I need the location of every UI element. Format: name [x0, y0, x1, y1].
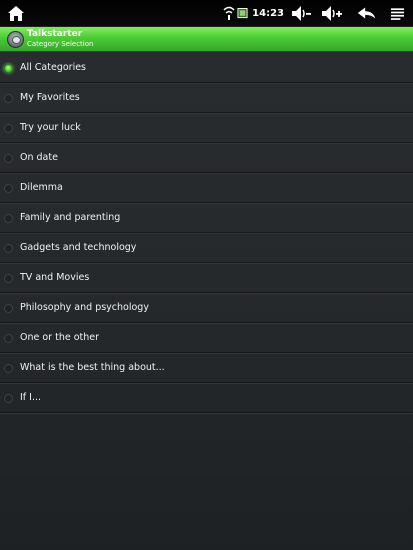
- category-label: One or the other: [20, 332, 100, 343]
- category-item[interactable]: On date: [0, 143, 413, 174]
- category-item[interactable]: Family and parenting: [0, 203, 413, 234]
- radio-unselected-icon[interactable]: [4, 214, 13, 223]
- radio-unselected-icon[interactable]: [4, 274, 13, 283]
- category-label: Gadgets and technology: [20, 242, 137, 253]
- category-item[interactable]: Try your luck: [0, 113, 413, 144]
- category-label: Try your luck: [20, 122, 81, 133]
- category-label: If I...: [20, 392, 42, 403]
- app-title: Talkstarter: [27, 29, 83, 39]
- category-label: Family and parenting: [20, 212, 121, 223]
- radio-selected-icon[interactable]: [4, 64, 13, 73]
- radio-unselected-icon[interactable]: [4, 244, 13, 253]
- screenshot-icon: [237, 8, 248, 19]
- clock-time: 14:23: [252, 8, 284, 19]
- category-item[interactable]: If I...: [0, 383, 413, 414]
- category-label: Dilemma: [20, 182, 63, 193]
- category-item[interactable]: All Categories: [0, 53, 413, 84]
- radio-unselected-icon[interactable]: [4, 304, 13, 313]
- radio-unselected-icon[interactable]: [4, 124, 13, 133]
- category-item[interactable]: Dilemma: [0, 173, 413, 204]
- radio-unselected-icon[interactable]: [4, 94, 13, 103]
- volume-down-icon[interactable]: [290, 3, 312, 24]
- status-bar: 14:23: [0, 0, 413, 27]
- category-label: On date: [20, 152, 58, 163]
- radio-unselected-icon[interactable]: [4, 364, 13, 373]
- home-icon[interactable]: [7, 5, 25, 22]
- category-label: Philosophy and psychology: [20, 302, 149, 313]
- back-icon[interactable]: [356, 3, 378, 24]
- volume-up-icon[interactable]: [320, 3, 344, 24]
- category-item[interactable]: TV and Movies: [0, 263, 413, 294]
- category-label: TV and Movies: [20, 272, 90, 283]
- radio-unselected-icon[interactable]: [4, 394, 13, 403]
- category-label: All Categories: [20, 62, 87, 73]
- category-item[interactable]: My Favorites: [0, 83, 413, 114]
- menu-icon[interactable]: [390, 3, 405, 24]
- radio-unselected-icon[interactable]: [4, 184, 13, 193]
- app-title-bar: Talkstarter Category Selection: [0, 27, 413, 52]
- status-icons: 14:23: [217, 3, 405, 24]
- app-logo-icon: [7, 31, 24, 48]
- category-label: My Favorites: [20, 92, 80, 103]
- category-label: What is the best thing about...: [20, 362, 165, 373]
- wifi-icon: [223, 6, 235, 20]
- category-item[interactable]: Gadgets and technology: [0, 233, 413, 264]
- radio-unselected-icon[interactable]: [4, 154, 13, 163]
- radio-unselected-icon[interactable]: [4, 334, 13, 343]
- category-list: All Categories My Favorites Try your luck O…: [0, 53, 413, 414]
- category-item[interactable]: Philosophy and psychology: [0, 293, 413, 324]
- category-item[interactable]: What is the best thing about...: [0, 353, 413, 384]
- app-subtitle: Category Selection: [27, 40, 94, 48]
- category-item[interactable]: One or the other: [0, 323, 413, 354]
